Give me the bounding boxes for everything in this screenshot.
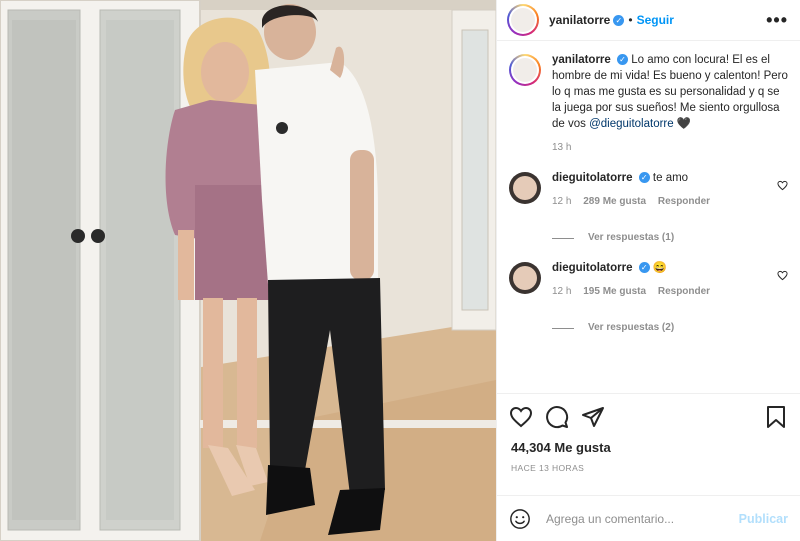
verified-badge-icon: ✓ [613,14,625,26]
comment-username[interactable]: dieguitolatorre [552,172,633,184]
share-icon[interactable] [581,405,605,429]
action-icons [497,394,800,429]
comment-body: dieguitolatorre ✓ 😄 12 h 195 Me gusta Re… [552,260,771,336]
view-replies-button[interactable]: Ver respuestas (1) [552,230,771,246]
publish-comment-button[interactable]: Publicar [739,512,788,526]
view-replies-button[interactable]: Ver respuestas (2) [552,320,771,336]
smiley-icon[interactable] [509,508,531,530]
caption-body: yanilatorre ✓ Lo amo con locura! El es e… [552,52,788,156]
comment-like-icon[interactable] [777,270,788,281]
comments-section[interactable]: yanilatorre ✓ Lo amo con locura! El es e… [497,52,800,392]
view-replies-label: Ver respuestas (1) [588,232,675,243]
verified-badge-icon: ✓ [617,54,629,66]
author-username[interactable]: yanilatorre [549,13,610,27]
post-photo-illustration [0,0,496,541]
commenter-avatar[interactable] [509,262,541,294]
verified-badge-icon: ✓ [638,172,650,184]
header-separator: • [628,13,633,27]
caption-avatar[interactable] [509,54,541,86]
more-options-icon[interactable]: ••• [766,10,788,31]
follow-button[interactable]: Seguir [637,13,674,27]
comment-like-icon[interactable] [777,180,788,191]
post-side-panel: yanilatorre ✓ • Seguir ••• yanilatorre ✓… [496,0,800,541]
comment-item: dieguitolatorre ✓ te amo 12 h 289 Me gus… [509,170,788,246]
comment-likes[interactable]: 195 Me gusta [583,286,646,297]
reply-button[interactable]: Responder [658,286,710,297]
comment-time[interactable]: 12 h [552,196,571,207]
post-action-bar: 44,304 Me gusta HACE 13 HORAS [497,393,800,502]
verified-badge-icon: ✓ [638,262,650,274]
reply-button[interactable]: Responder [658,196,710,207]
likes-count[interactable]: 44,304 Me gusta [497,429,800,455]
comment-meta: 12 h 195 Me gusta Responder [552,284,771,300]
author-avatar[interactable] [507,4,539,36]
caption-time[interactable]: 13 h [552,142,571,153]
caption-username[interactable]: yanilatorre [552,54,611,66]
bookmark-icon[interactable] [764,405,788,429]
comment-text: 😄 [652,262,668,274]
post-timestamp: HACE 13 HORAS [511,463,585,473]
comment-likes[interactable]: 289 Me gusta [583,196,646,207]
instagram-post: yanilatorre ✓ • Seguir ••• yanilatorre ✓… [0,0,800,541]
comment-text: te amo [652,172,689,184]
comment-item: dieguitolatorre ✓ 😄 12 h 195 Me gusta Re… [509,260,788,336]
replies-divider [552,237,574,239]
heart-icon[interactable] [509,405,533,429]
comment-icon[interactable] [545,405,569,429]
view-replies-label: Ver respuestas (2) [588,322,675,333]
post-photo[interactable] [0,0,496,541]
add-comment-bar: Publicar [497,495,800,541]
caption: yanilatorre ✓ Lo amo con locura! El es e… [509,52,788,156]
caption-meta: 13 h [552,140,788,156]
caption-emoji: 🖤 [676,118,692,130]
commenter-avatar[interactable] [509,172,541,204]
comment-input[interactable] [544,510,739,527]
comment-body: dieguitolatorre ✓ te amo 12 h 289 Me gus… [552,170,771,246]
comment-username[interactable]: dieguitolatorre [552,262,633,274]
comment-meta: 12 h 289 Me gusta Responder [552,194,771,210]
caption-mention[interactable]: @dieguitolatorre [589,118,674,130]
post-header: yanilatorre ✓ • Seguir ••• [497,0,800,41]
replies-divider [552,327,574,329]
comment-time[interactable]: 12 h [552,286,571,297]
